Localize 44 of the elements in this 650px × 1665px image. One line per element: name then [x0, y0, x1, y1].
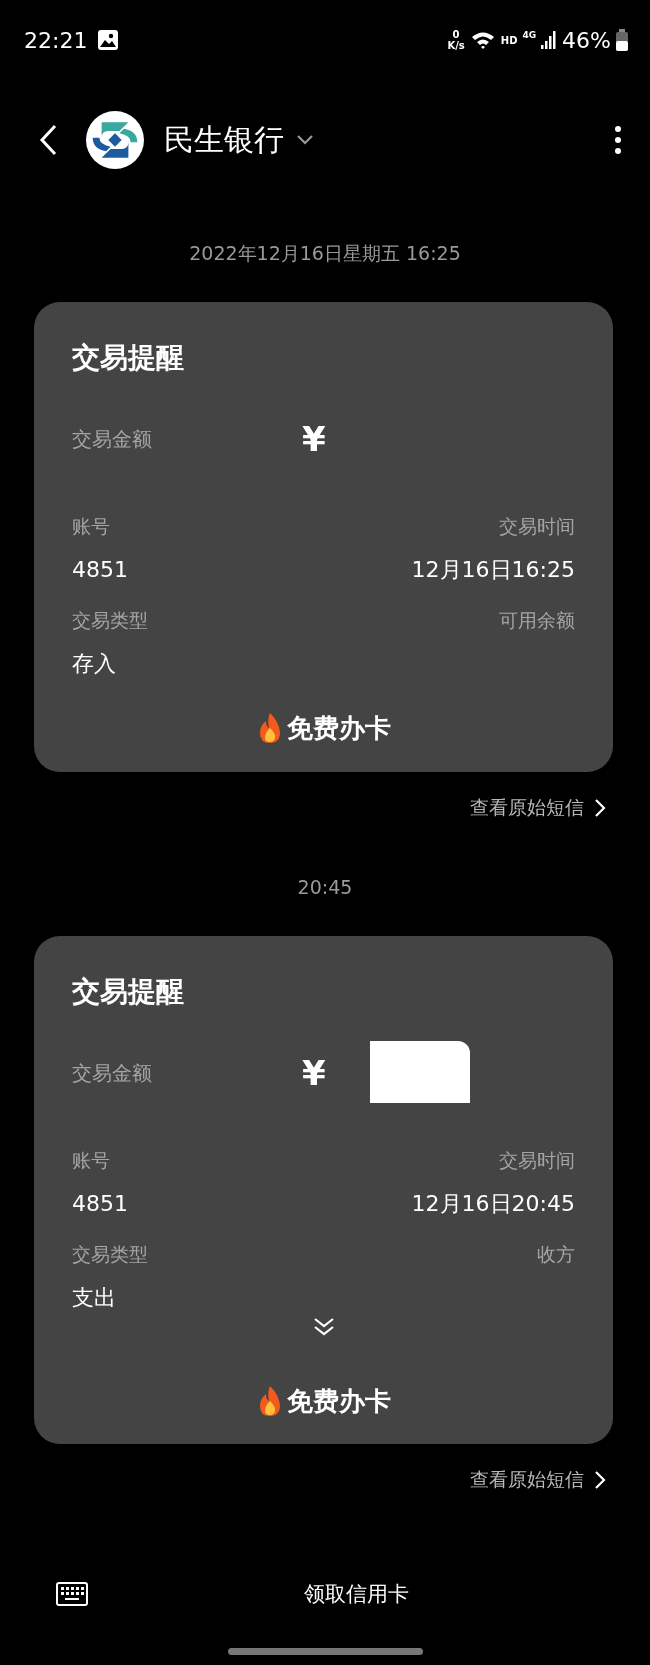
card-title: 交易提醒 — [72, 340, 185, 376]
more-options-button[interactable] — [614, 125, 622, 155]
field-label: 交易类型 — [72, 608, 149, 633]
amount-value: ¥ — [302, 1053, 326, 1093]
field-label: 交易类型 — [72, 1242, 149, 1267]
chevron-right-icon — [594, 1470, 606, 1490]
view-original-sms-link[interactable]: 查看原始短信 — [470, 793, 606, 823]
card-title: 交易提醒 — [72, 974, 185, 1010]
net-speed-text: K/s — [447, 40, 465, 51]
free-card-button[interactable]: 免费办卡 — [256, 708, 391, 748]
message-timestamp: 20:45 — [296, 875, 354, 899]
field-value: 12月16日16:25 — [411, 556, 575, 584]
field-label: 可用余额 — [499, 608, 575, 633]
chevron-down-icon[interactable] — [296, 134, 314, 146]
keyboard-button[interactable] — [56, 1582, 88, 1606]
signal-icon — [541, 30, 558, 50]
field-label: 交易金额 — [72, 1059, 153, 1087]
get-credit-card-button[interactable]: 领取信用卡 — [304, 1580, 409, 1608]
field-value: 12月16日20:45 — [411, 1190, 575, 1218]
back-button[interactable] — [38, 124, 58, 156]
message-timestamp: 2022年12月16日星期五 16:25 — [188, 241, 462, 265]
gallery-icon — [97, 29, 120, 51]
free-card-button[interactable]: 免费办卡 — [256, 1381, 391, 1421]
battery-icon — [616, 29, 628, 51]
hd-label: HD — [500, 34, 518, 46]
field-value: 4851 — [72, 556, 129, 584]
battery-level: 46% — [562, 27, 611, 53]
field-value: 4851 — [72, 1190, 129, 1218]
status-time: 22:21 — [24, 27, 88, 53]
chevron-right-icon — [594, 798, 606, 818]
contact-title: 民生银行 — [164, 120, 284, 159]
field-label: 交易时间 — [499, 514, 575, 539]
field-label: 交易金额 — [72, 425, 153, 453]
field-label: 收方 — [537, 1242, 575, 1267]
net-speed-text: 0 — [452, 29, 460, 40]
field-label: 交易时间 — [499, 1148, 575, 1173]
field-label: 账号 — [72, 514, 111, 539]
field-label: 账号 — [72, 1148, 111, 1173]
field-value: 支出 — [72, 1284, 117, 1312]
amount-value: ¥ — [302, 419, 326, 459]
view-original-sms-link[interactable]: 查看原始短信 — [470, 1465, 606, 1495]
field-value: 存入 — [72, 650, 117, 678]
network-label: 4G — [522, 29, 537, 40]
bank-logo — [86, 111, 144, 169]
